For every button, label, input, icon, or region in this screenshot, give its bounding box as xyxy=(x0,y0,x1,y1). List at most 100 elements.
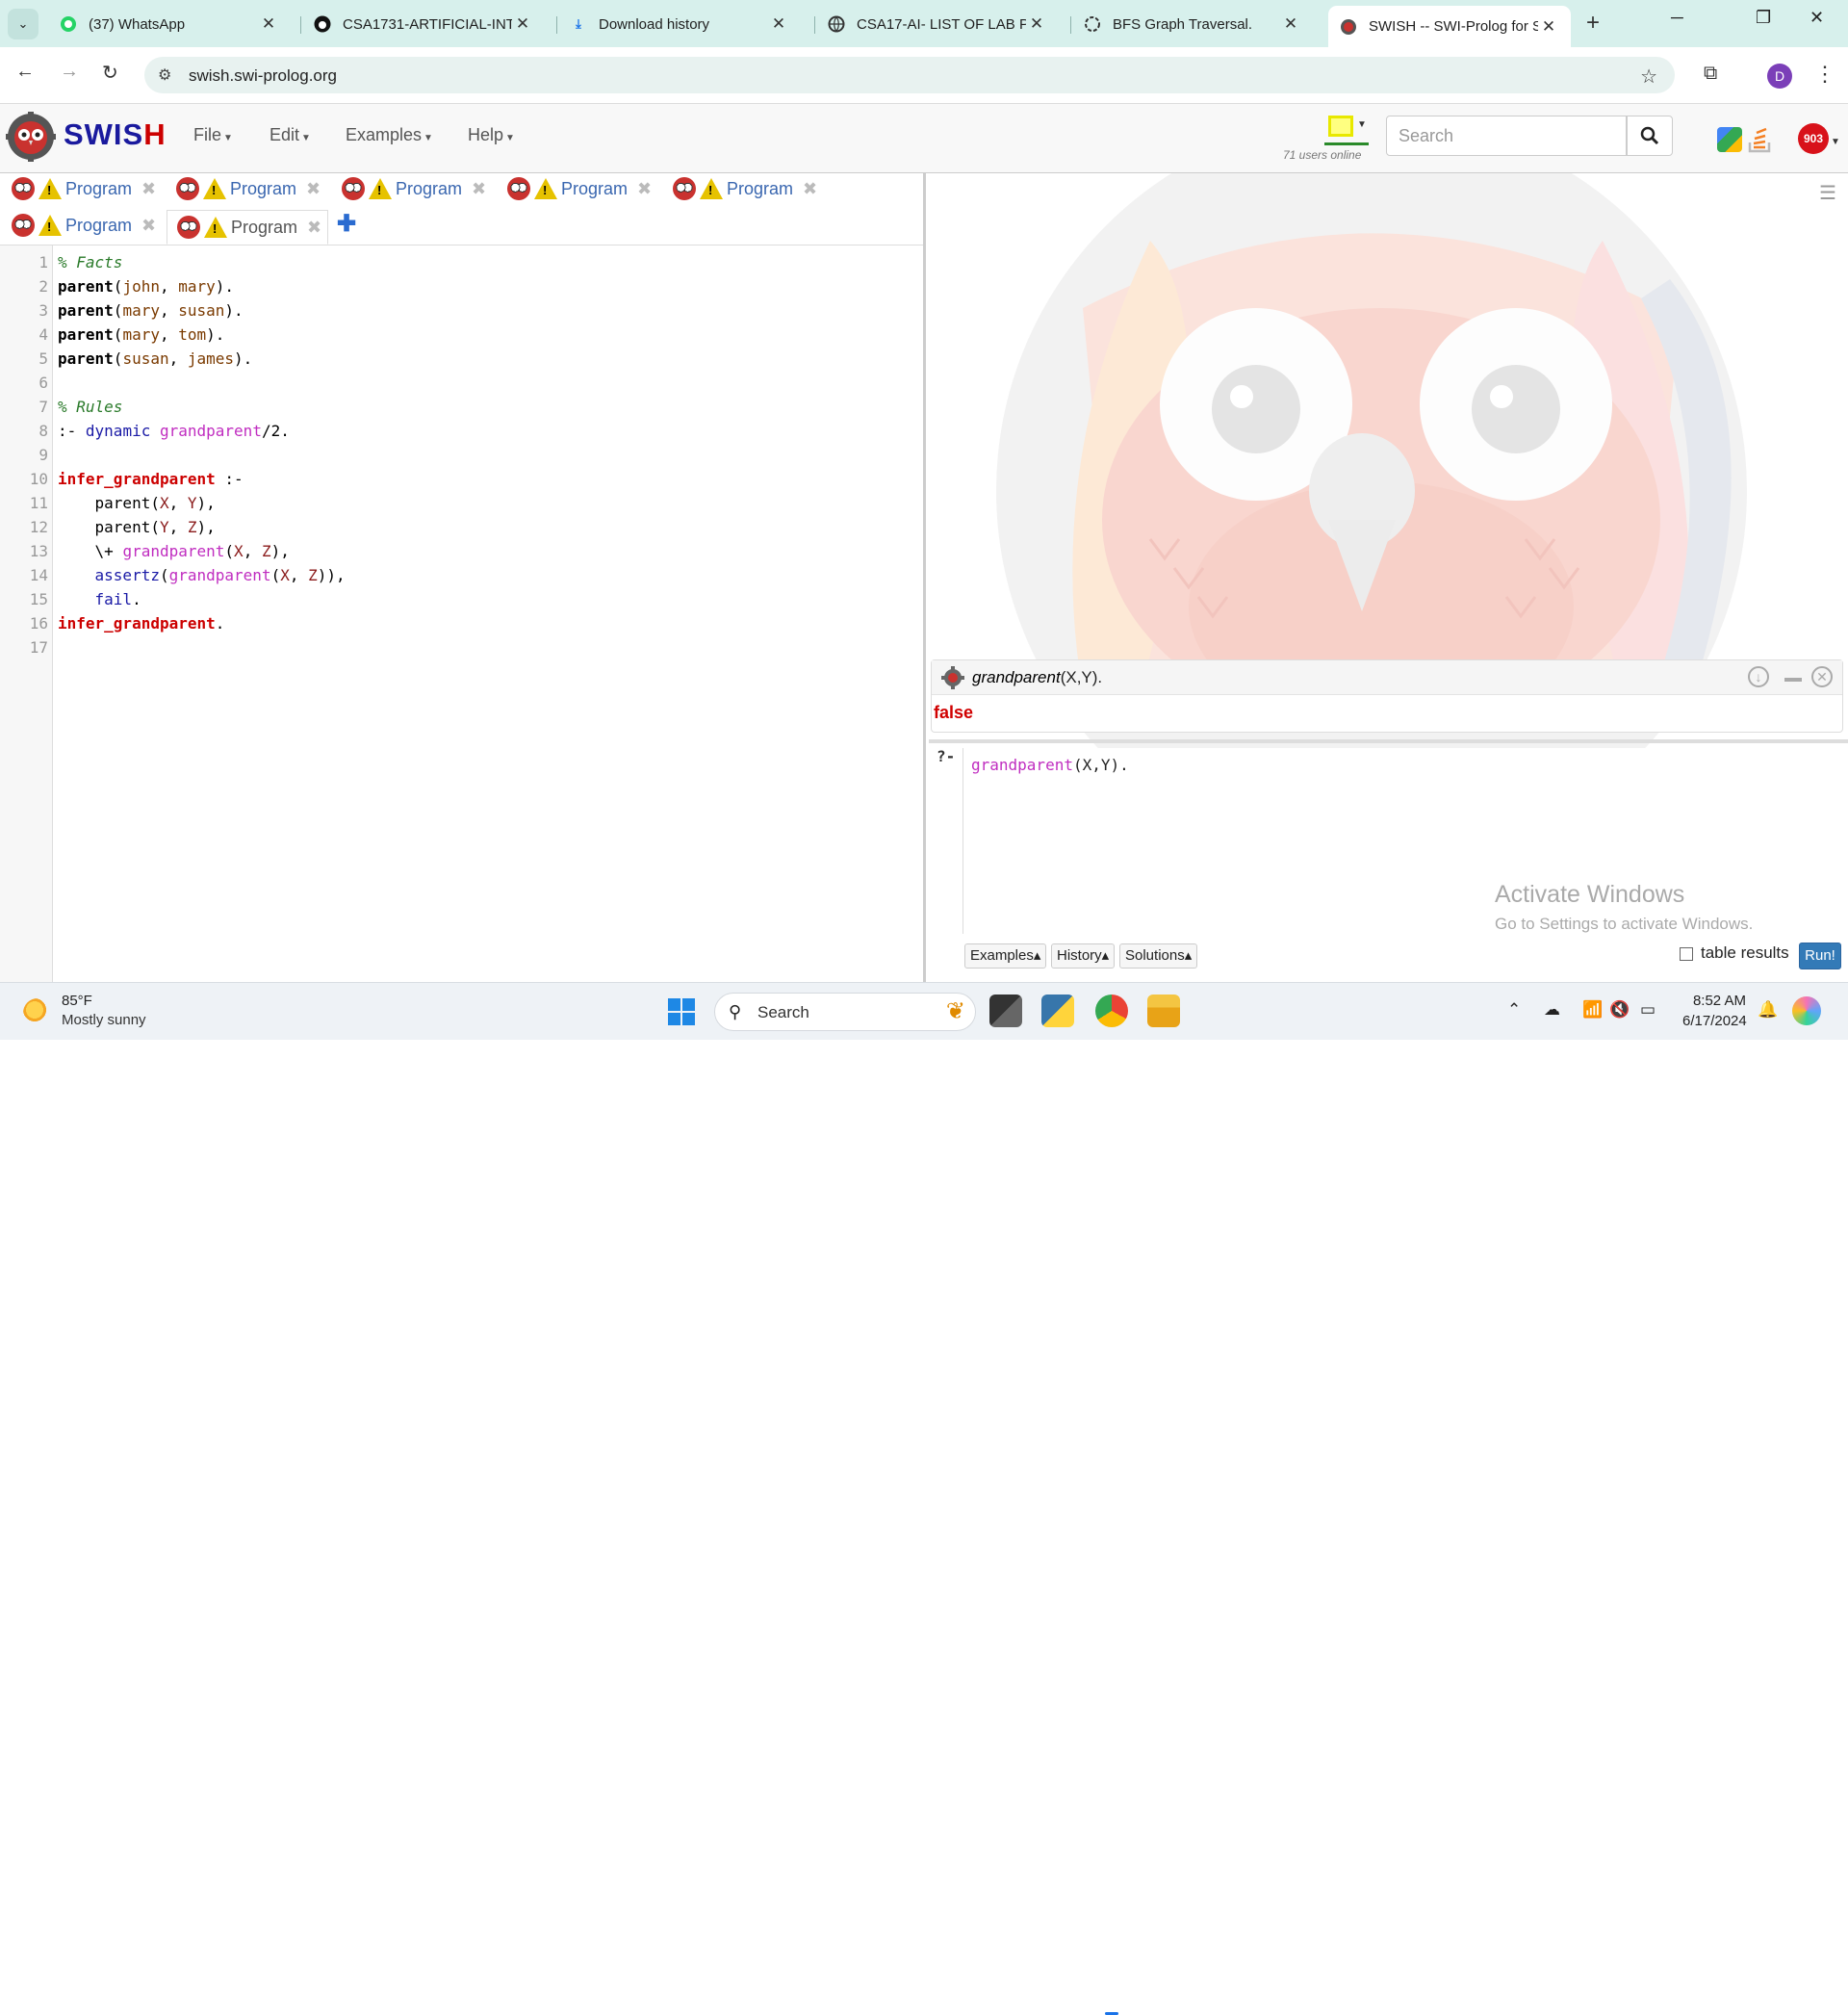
program-tab[interactable]: Program ✖ xyxy=(12,210,156,241)
windows-taskbar: 85°F Mostly sunny ⚲ Search ❦ ⌃ ☁ 📶 🔇 ▭ 8… xyxy=(0,982,1848,2015)
code-line: 15 fail. xyxy=(0,587,914,611)
windows-start-icon[interactable] xyxy=(668,998,695,1025)
close-icon[interactable]: ✕ xyxy=(1280,14,1301,34)
stackoverflow-icon[interactable] xyxy=(1746,125,1775,154)
profile-avatar[interactable]: D xyxy=(1767,64,1792,89)
browser-tab-whatsapp[interactable]: (37) WhatsApp ✕ xyxy=(48,8,291,40)
python-icon[interactable] xyxy=(1041,995,1074,1027)
line-number: 7 xyxy=(38,398,48,416)
code-line: 5 parent(susan, james). xyxy=(0,347,914,371)
weather-sun-icon[interactable] xyxy=(23,998,52,1027)
browser-tab-github[interactable]: CSA1731-ARTIFICIAL-INTEL ✕ xyxy=(302,8,545,40)
close-icon[interactable]: ✕ xyxy=(512,14,533,34)
show-hidden-icons-icon[interactable]: ⌃ xyxy=(1507,1000,1521,1020)
close-icon[interactable]: ✕ xyxy=(258,14,279,34)
run-button[interactable]: Run! xyxy=(1799,943,1841,969)
address-bar[interactable]: ⚙ swish.swi-prolog.org ☆ xyxy=(144,57,1675,93)
program-tab[interactable]: Program ✖ xyxy=(673,173,817,204)
close-icon[interactable]: ✕ xyxy=(768,14,789,34)
forward-button[interactable]: → xyxy=(60,61,79,83)
close-icon[interactable]: ✖ xyxy=(141,216,156,236)
taskbar-clock[interactable]: 8:52 AM 6/17/2024 xyxy=(1682,993,1747,1029)
add-tab-icon[interactable]: ✚ xyxy=(337,210,356,238)
clock-time: 8:52 AM xyxy=(1692,993,1746,1009)
code-line: 1% Facts xyxy=(0,250,914,274)
warning-icon xyxy=(204,217,227,238)
task-view-icon[interactable] xyxy=(989,995,1022,1027)
code-line: 3 parent(mary, susan). xyxy=(0,298,914,323)
tab-search-button[interactable]: ⌄ xyxy=(8,9,38,39)
close-icon[interactable]: ✕ xyxy=(1538,17,1559,37)
weather-description[interactable]: Mostly sunny xyxy=(62,1012,146,1028)
onedrive-icon[interactable]: ☁ xyxy=(1544,1000,1560,1020)
program-tab[interactable]: Program ✖ xyxy=(342,173,486,204)
wifi-icon[interactable]: 📶 xyxy=(1582,1000,1603,1020)
back-button[interactable]: ← xyxy=(15,61,35,83)
globe-icon xyxy=(828,15,845,33)
close-icon[interactable]: ✖ xyxy=(141,179,156,199)
pane-divider[interactable] xyxy=(929,739,1848,743)
query-text: grandparent(X,Y). xyxy=(971,756,1129,774)
close-icon[interactable]: ✖ xyxy=(637,179,652,199)
code-line: 7% Rules xyxy=(0,395,914,419)
speaker-muted-icon[interactable]: 🔇 xyxy=(1609,1000,1630,1020)
browser-tab-swish[interactable]: SWISH -- SWI-Prolog for SH ✕ xyxy=(1328,6,1571,47)
copilot-icon[interactable] xyxy=(1792,996,1821,1025)
close-icon[interactable]: ✖ xyxy=(307,218,321,238)
query-history-button[interactable]: History▴ xyxy=(1051,943,1116,969)
close-window-button[interactable]: ✕ xyxy=(1810,8,1824,28)
reload-button[interactable]: ↻ xyxy=(102,61,118,85)
search-input[interactable]: Search xyxy=(1386,116,1627,156)
program-tab[interactable]: Program ✖ xyxy=(12,173,156,204)
users-online-icon[interactable] xyxy=(1328,116,1353,137)
program-tab-active[interactable]: Program ✖ xyxy=(167,210,329,245)
minimize-icon[interactable] xyxy=(1784,678,1802,682)
openai-icon xyxy=(1084,15,1101,33)
browser-tab-lab-programs[interactable]: CSA17-AI- LIST OF LAB PRO ✕ xyxy=(816,8,1059,40)
query-solutions-button[interactable]: Solutions▴ xyxy=(1119,943,1198,969)
search-button[interactable] xyxy=(1627,116,1673,156)
swish-logo-icon[interactable] xyxy=(6,112,56,162)
menu-edit[interactable]: Edit ▼ xyxy=(270,125,311,145)
clock-date: 6/17/2024 xyxy=(1682,1013,1747,1029)
extensions-icon[interactable]: ⧉ xyxy=(1704,63,1717,85)
query-examples-button[interactable]: Examples▴ xyxy=(964,943,1047,969)
query-predicate: grandparent xyxy=(971,756,1073,774)
menu-examples[interactable]: Examples ▼ xyxy=(346,125,433,145)
menu-file[interactable]: File ▼ xyxy=(193,125,233,145)
file-explorer-icon[interactable] xyxy=(1147,995,1180,1027)
taskbar-search[interactable]: ⚲ Search ❦ xyxy=(714,993,976,1031)
minimize-button[interactable]: ─ xyxy=(1671,8,1683,28)
browser-tab-downloads[interactable]: ⤓ Download history ✕ xyxy=(558,8,801,40)
new-tab-button[interactable]: + xyxy=(1586,10,1600,37)
line-number: 6 xyxy=(38,374,48,392)
close-icon[interactable]: ✕ xyxy=(1026,14,1047,34)
battery-icon[interactable]: ▭ xyxy=(1640,1000,1656,1020)
restore-button[interactable]: ❐ xyxy=(1756,8,1771,28)
browser-menu-icon[interactable]: ⋮ xyxy=(1814,62,1835,87)
swish-brand[interactable]: SWISH xyxy=(64,117,167,152)
browser-tab-bfs[interactable]: BFS Graph Traversal. ✕ xyxy=(1072,8,1313,40)
close-icon[interactable]: ✖ xyxy=(803,179,817,199)
notification-icon[interactable]: 🔔 xyxy=(1758,1000,1778,1020)
menu-help[interactable]: Help ▼ xyxy=(468,125,515,145)
tab-label: Program xyxy=(231,217,298,237)
close-icon[interactable]: ✕ xyxy=(1811,666,1833,687)
bookmark-star-icon[interactable]: ☆ xyxy=(1640,65,1657,89)
site-info-icon[interactable]: ⚙ xyxy=(158,65,171,85)
weather-temperature[interactable]: 85°F xyxy=(62,993,92,1009)
google-login-icon[interactable] xyxy=(1717,127,1742,152)
code-line: 10 infer_grandparent :- xyxy=(0,467,914,491)
caret-down-icon: ▼ xyxy=(1831,137,1840,147)
close-icon[interactable]: ✖ xyxy=(306,179,321,199)
notification-bell-icon[interactable]: 903 xyxy=(1798,123,1829,154)
code-editor[interactable]: 1% Facts 2 parent(john, mary). 3 parent(ma… xyxy=(0,250,914,659)
download-answer-icon[interactable]: ↓ xyxy=(1748,666,1769,687)
chrome-icon[interactable] xyxy=(1095,995,1128,1027)
table-results-checkbox[interactable] xyxy=(1680,947,1693,961)
program-tab[interactable]: Program ✖ xyxy=(507,173,652,204)
program-tab[interactable]: Program ✖ xyxy=(176,173,321,204)
hamburger-menu-icon[interactable]: ☰ xyxy=(1819,181,1836,205)
query-editor[interactable]: grandparent(X,Y). xyxy=(962,748,1843,934)
close-icon[interactable]: ✖ xyxy=(472,179,486,199)
